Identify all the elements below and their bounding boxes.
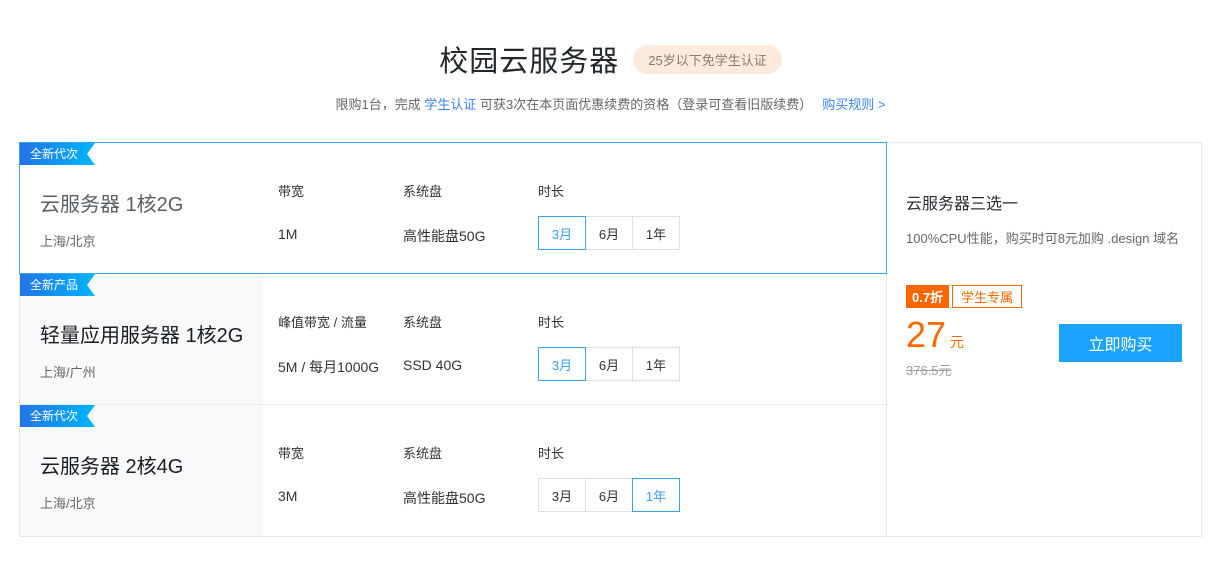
plan-row[interactable]: 全新代次 云服务器 2核4G 上海/北京 带宽 3M 系统盘 高性能盘50G 时… [20, 405, 886, 536]
purchase-rules-link[interactable]: 购买规则 > [822, 97, 885, 112]
spec-label: 系统盘 [403, 312, 538, 331]
duration-option-button[interactable]: 3月 [538, 347, 586, 381]
plan-ribbon-text: 全新代次 [30, 147, 78, 161]
spec-column-disk: 系统盘 高性能盘50G [403, 405, 538, 508]
spec-value: 高性能盘50G [403, 226, 538, 246]
duration-option-button[interactable]: 6月 [585, 347, 633, 381]
summary-description: 100%CPU性能，购买时可8元加购 .design 域名 [906, 227, 1181, 251]
plan-region: 上海/广州 [40, 362, 263, 381]
duration-option-button[interactable]: 3月 [538, 478, 586, 512]
note-text-mid: 可获3次在本页面优惠续费的资格（登录可查看旧版续费） [476, 97, 812, 112]
spec-column-bandwidth: 带宽 3M [278, 405, 403, 504]
price-unit: 元 [950, 332, 964, 352]
spec-column-duration: 时长 3月6月1年 [538, 274, 758, 381]
spec-label: 系统盘 [403, 443, 538, 462]
spec-column-bandwidth: 峰值带宽 / 流量 5M / 每月1000G [278, 274, 403, 377]
spec-label: 带宽 [278, 443, 403, 462]
duration-button-group: 3月6月1年 [538, 216, 758, 250]
summary-title: 云服务器三选一 [906, 190, 1181, 214]
spec-column-disk: 系统盘 SSD 40G [403, 274, 538, 373]
duration-option-button[interactable]: 6月 [585, 478, 633, 512]
plan-row[interactable]: 全新产品 轻量应用服务器 1核2G 上海/广州 峰值带宽 / 流量 5M / 每… [20, 274, 886, 405]
plan-list: 全新代次 云服务器 1核2G 上海/北京 带宽 1M 系统盘 高性能盘50G 时… [20, 143, 887, 536]
duration-option-button[interactable]: 1年 [632, 478, 680, 512]
duration-button-group: 3月6月1年 [538, 347, 758, 381]
plan-region: 上海/北京 [40, 493, 263, 512]
duration-label: 时长 [538, 312, 758, 331]
duration-option-button[interactable]: 6月 [585, 216, 633, 250]
plan-row[interactable]: 全新代次 云服务器 1核2G 上海/北京 带宽 1M 系统盘 高性能盘50G 时… [20, 143, 886, 274]
spec-column-duration: 时长 3月6月1年 [538, 143, 758, 250]
spec-value: 1M [278, 226, 403, 242]
purchase-note: 限购1台，完成 学生认证 可获3次在本页面优惠续费的资格（登录可查看旧版续费） 购… [0, 94, 1221, 113]
spec-value: SSD 40G [403, 357, 538, 373]
spec-label: 系统盘 [403, 181, 538, 200]
spec-column-disk: 系统盘 高性能盘50G [403, 143, 538, 246]
duration-label: 时长 [538, 443, 758, 462]
duration-option-button[interactable]: 1年 [632, 216, 680, 250]
plan-ribbon-badge: 全新代次 [20, 143, 95, 165]
price-value: 27 [906, 314, 946, 356]
plan-name: 轻量应用服务器 1核2G [40, 319, 263, 348]
plan-ribbon-text: 全新代次 [30, 409, 78, 423]
plan-region: 上海/北京 [40, 231, 263, 250]
original-price: 376.5元 [906, 360, 1181, 379]
page-title: 校园云服务器 [439, 38, 619, 80]
pricing-panel: 全新代次 云服务器 1核2G 上海/北京 带宽 1M 系统盘 高性能盘50G 时… [19, 142, 1202, 537]
spec-column-duration: 时长 3月6月1年 [538, 405, 758, 512]
age-exemption-badge: 25岁以下免学生认证 [633, 45, 781, 74]
plan-ribbon-badge: 全新代次 [20, 405, 95, 427]
duration-option-button[interactable]: 1年 [632, 347, 680, 381]
duration-label: 时长 [538, 181, 758, 200]
buy-now-button[interactable]: 立即购买 [1059, 324, 1182, 362]
duration-button-group: 3月6月1年 [538, 478, 758, 512]
deal-badges: 0.7折 学生专属 [906, 285, 1181, 308]
spec-value: 5M / 每月1000G [278, 357, 403, 377]
note-text-pre: 限购1台，完成 [336, 97, 425, 112]
plan-ribbon-badge: 全新产品 [20, 274, 95, 296]
plan-name: 云服务器 2核4G [40, 450, 263, 479]
discount-badge: 0.7折 [906, 285, 949, 308]
plan-ribbon-text: 全新产品 [30, 278, 78, 292]
spec-column-bandwidth: 带宽 1M [278, 143, 403, 242]
student-exclusive-badge: 学生专属 [952, 285, 1022, 308]
plan-name: 云服务器 1核2G [40, 188, 263, 217]
spec-value: 3M [278, 488, 403, 504]
spec-label: 带宽 [278, 181, 403, 200]
student-auth-link[interactable]: 学生认证 [424, 97, 476, 112]
summary-panel: 云服务器三选一 100%CPU性能，购买时可8元加购 .design 域名 0.… [887, 143, 1201, 536]
duration-option-button[interactable]: 3月 [538, 216, 586, 250]
page-header: 校园云服务器 25岁以下免学生认证 [0, 0, 1221, 80]
spec-value: 高性能盘50G [403, 488, 538, 508]
spec-label: 峰值带宽 / 流量 [278, 312, 403, 331]
